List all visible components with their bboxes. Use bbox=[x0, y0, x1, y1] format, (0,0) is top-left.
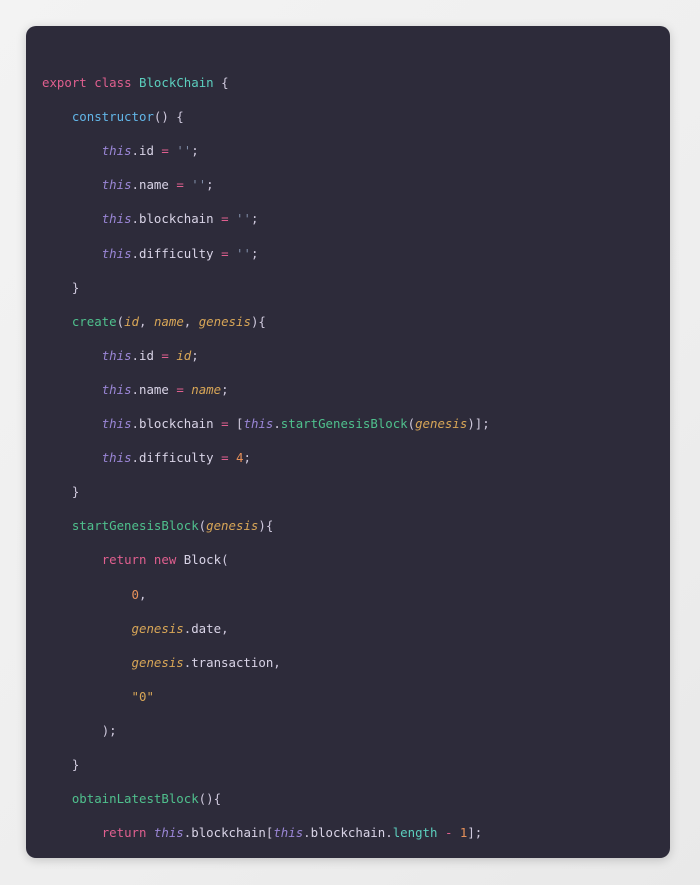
code-line: this.difficulty = ''; bbox=[101, 245, 259, 261]
code-content: export class BlockChain { constructor() … bbox=[42, 40, 652, 858]
code-line: 0, bbox=[131, 586, 147, 602]
screenshot-root: export class BlockChain { constructor() … bbox=[0, 0, 700, 885]
code-line: } bbox=[71, 279, 80, 295]
code-line: export class BlockChain { bbox=[42, 75, 229, 91]
code-line: this.id = id; bbox=[101, 347, 199, 363]
code-line: this.difficulty = 4; bbox=[101, 450, 251, 466]
code-line: this.blockchain = [this.startGenesisBloc… bbox=[101, 416, 490, 432]
code-line: constructor() { bbox=[71, 109, 184, 125]
code-line: obtainLatestBlock(){ bbox=[71, 791, 222, 807]
code-line: return this.blockchain[this.blockchain.l… bbox=[101, 825, 483, 841]
code-line: this.name = ''; bbox=[101, 177, 214, 193]
code-line: } bbox=[71, 484, 80, 500]
code-line: startGenesisBlock(genesis){ bbox=[71, 518, 274, 534]
code-line: genesis.transaction, bbox=[131, 654, 281, 670]
code-line: this.id = ''; bbox=[101, 143, 199, 159]
code-line: return new Block( bbox=[101, 552, 229, 568]
code-line: this.blockchain = ''; bbox=[101, 211, 259, 227]
code-line: this.name = name; bbox=[101, 381, 229, 397]
code-line: ); bbox=[101, 722, 117, 738]
code-line: create(id, name, genesis){ bbox=[71, 313, 266, 329]
code-line: "0" bbox=[131, 688, 154, 704]
code-line: genesis.date, bbox=[131, 620, 229, 636]
code-block-card: export class BlockChain { constructor() … bbox=[26, 26, 670, 858]
code-line: } bbox=[71, 756, 80, 772]
